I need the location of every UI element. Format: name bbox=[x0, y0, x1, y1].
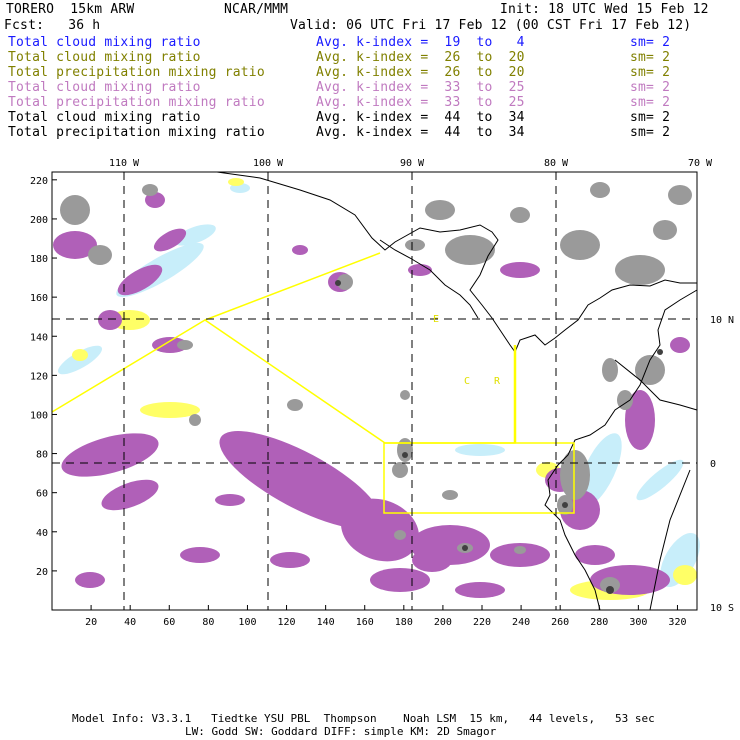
x-tick-label: 320 bbox=[668, 617, 686, 628]
purple-cloud-area bbox=[370, 568, 430, 592]
longitude-label: 80 W bbox=[544, 158, 569, 169]
x-tick-label: 20 bbox=[85, 617, 97, 628]
x-tick-label: 180 bbox=[395, 617, 413, 628]
gray-cloud-area bbox=[590, 182, 610, 198]
gray-cloud-area bbox=[425, 200, 455, 220]
purple-cloud-area bbox=[61, 433, 159, 477]
latitude-label: 0 bbox=[710, 459, 716, 470]
latitude-label: 10 S bbox=[710, 603, 734, 614]
gray-cloud-area bbox=[400, 390, 410, 400]
gray-cloud-area bbox=[514, 546, 526, 554]
gray-cloud-area bbox=[189, 414, 201, 426]
x-tick-label: 200 bbox=[434, 617, 452, 628]
map-label: R bbox=[494, 376, 501, 387]
map-label: C bbox=[464, 376, 470, 387]
dark-cloud-area bbox=[402, 452, 408, 458]
model-info-line1: Model Info: V3.3.1 Tiedtke YSU PBL Thomp… bbox=[72, 712, 655, 725]
gray-cloud-area bbox=[668, 185, 692, 205]
yellow-cloud-area bbox=[673, 565, 697, 585]
x-tick-label: 40 bbox=[124, 617, 136, 628]
dark-cloud-area bbox=[462, 545, 468, 551]
y-tick-label: 140 bbox=[30, 332, 48, 343]
gray-cloud-area bbox=[142, 184, 158, 196]
purple-cloud-area bbox=[75, 572, 105, 588]
y-tick-label: 20 bbox=[36, 567, 48, 578]
purple-cloud-area bbox=[292, 245, 308, 255]
gray-cloud-area bbox=[510, 207, 530, 223]
purple-cloud-area bbox=[670, 337, 690, 353]
purple-cloud-area bbox=[412, 548, 452, 572]
gray-cloud-area bbox=[560, 230, 600, 260]
gray-cloud-area bbox=[560, 450, 590, 500]
y-tick-label: 120 bbox=[30, 371, 48, 382]
light-blue-cloud-area bbox=[455, 444, 505, 456]
map-label: E bbox=[433, 314, 439, 325]
purple-cloud-area bbox=[215, 494, 245, 506]
x-tick-label: 80 bbox=[202, 617, 214, 628]
y-tick-label: 60 bbox=[36, 489, 48, 500]
yellow-domain-line bbox=[204, 252, 381, 321]
dark-cloud-area bbox=[562, 502, 568, 508]
purple-cloud-area bbox=[180, 547, 220, 563]
dark-cloud-area bbox=[657, 349, 663, 355]
gray-cloud-area bbox=[615, 255, 665, 285]
model-info-line2: LW: Godd SW: Goddard DIFF: simple KM: 2D… bbox=[185, 725, 497, 738]
x-tick-label: 160 bbox=[356, 617, 374, 628]
purple-cloud-area bbox=[98, 310, 122, 330]
purple-cloud-area bbox=[270, 552, 310, 568]
gray-cloud-area bbox=[653, 220, 677, 240]
gray-cloud-area bbox=[442, 490, 458, 500]
gray-cloud-area bbox=[397, 438, 413, 462]
y-tick-label: 160 bbox=[30, 293, 48, 304]
y-tick-label: 80 bbox=[36, 450, 48, 461]
x-tick-label: 60 bbox=[163, 617, 175, 628]
y-tick-label: 100 bbox=[30, 410, 48, 421]
x-tick-label: 220 bbox=[473, 617, 491, 628]
x-tick-label: 100 bbox=[238, 617, 256, 628]
x-tick-label: 120 bbox=[278, 617, 296, 628]
y-tick-label: 200 bbox=[30, 215, 48, 226]
forecast-map-page: TORERO 15km ARW NCAR/MMM Init: 18 UTC We… bbox=[0, 0, 740, 740]
gray-cloud-area bbox=[177, 340, 193, 350]
dark-cloud-area bbox=[335, 280, 341, 286]
gray-cloud-area bbox=[392, 462, 408, 478]
gray-cloud-area bbox=[287, 399, 303, 411]
longitude-label: 110 W bbox=[109, 158, 140, 169]
y-tick-label: 40 bbox=[36, 528, 48, 539]
purple-cloud-area bbox=[101, 479, 159, 511]
yellow-cloud-area bbox=[228, 178, 244, 186]
light-blue-cloud-area bbox=[636, 459, 684, 501]
yellow-domain-line bbox=[51, 319, 516, 444]
purple-cloud-area bbox=[500, 262, 540, 278]
dark-cloud-area bbox=[606, 586, 614, 594]
x-tick-label: 300 bbox=[629, 617, 647, 628]
purple-cloud-area bbox=[575, 545, 615, 565]
longitude-label: 70 W bbox=[688, 158, 713, 169]
x-tick-label: 240 bbox=[512, 617, 530, 628]
y-tick-label: 180 bbox=[30, 254, 48, 265]
latitude-label: 10 N bbox=[710, 315, 734, 326]
x-tick-label: 140 bbox=[317, 617, 335, 628]
longitude-label: 90 W bbox=[400, 158, 425, 169]
purple-cloud-area bbox=[455, 582, 505, 598]
x-tick-label: 280 bbox=[590, 617, 608, 628]
gray-cloud-area bbox=[602, 358, 618, 382]
gray-cloud-area bbox=[445, 235, 495, 265]
x-tick-label: 260 bbox=[551, 617, 569, 628]
gray-cloud-area bbox=[88, 245, 112, 265]
gray-cloud-area bbox=[394, 530, 406, 540]
gray-cloud-area bbox=[405, 239, 425, 251]
map-plot: 20 40 60 80 100 120 140 160 180 200 220 240 260 280 30… bbox=[30, 158, 734, 628]
yellow-cloud-area bbox=[72, 349, 88, 361]
y-tick-label: 220 bbox=[30, 176, 48, 187]
longitude-label: 100 W bbox=[253, 158, 284, 169]
gray-cloud-area bbox=[60, 195, 90, 225]
